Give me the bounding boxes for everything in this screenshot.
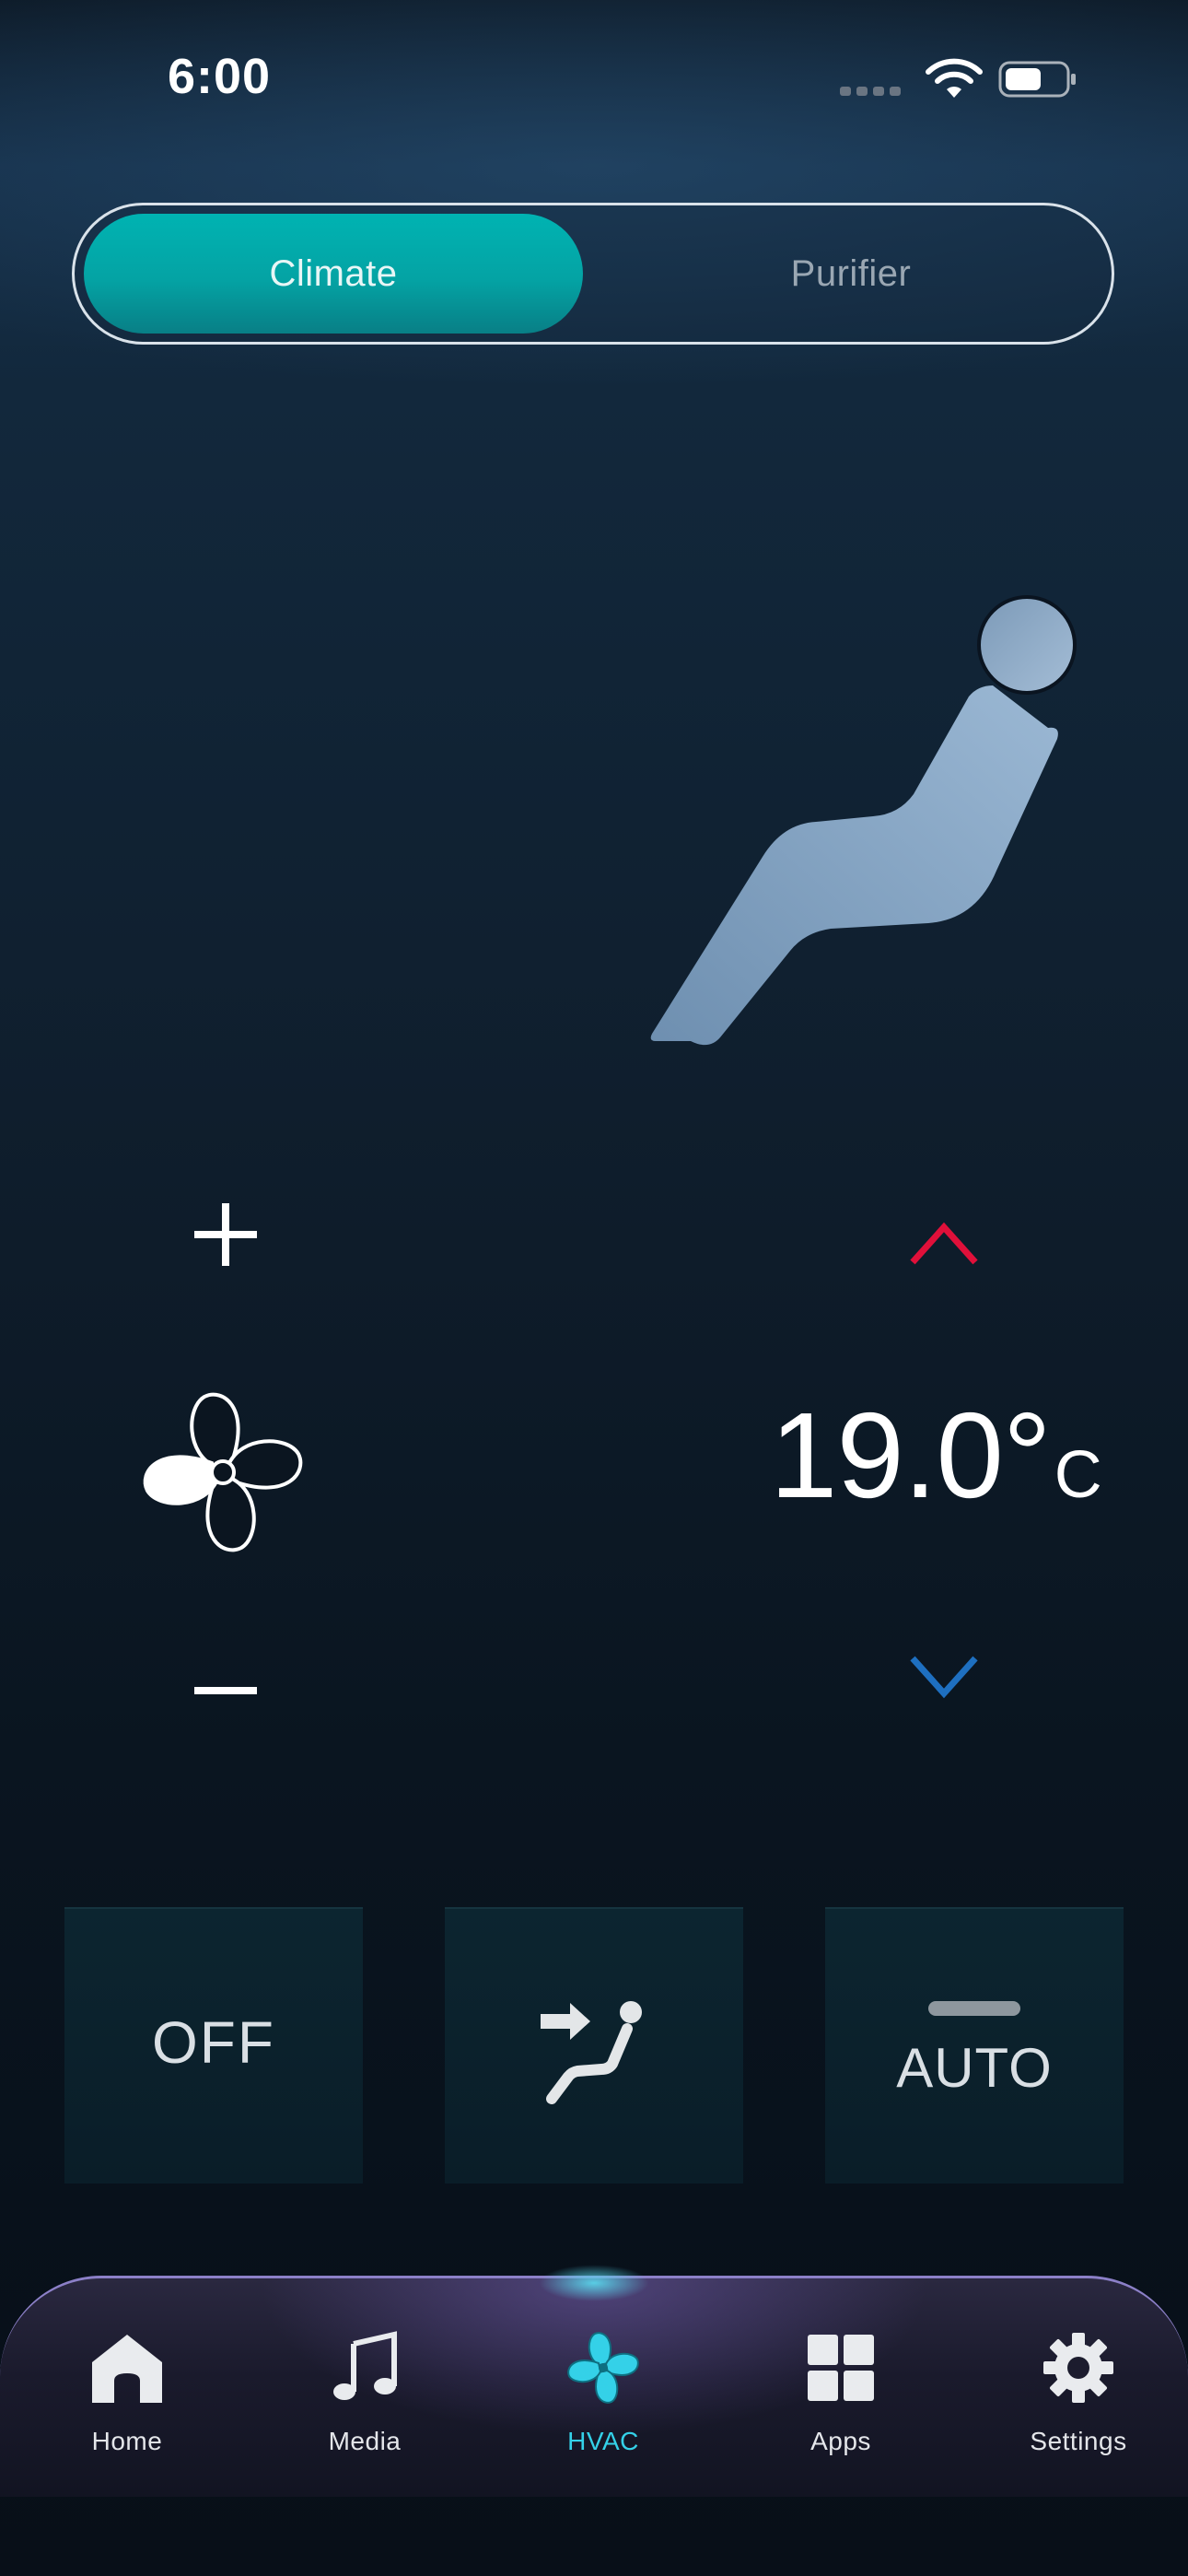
auto-label: AUTO: [896, 2037, 1053, 2099]
gear-icon: [1043, 2333, 1113, 2403]
airflow-direction-button[interactable]: [445, 1907, 743, 2184]
temperature-increase-button[interactable]: [907, 1216, 981, 1271]
nav-label-media: Media: [328, 2427, 402, 2455]
nav-item-media[interactable]: Media: [273, 2331, 457, 2469]
fan-icon: [143, 1392, 303, 1552]
home-icon: [92, 2335, 162, 2403]
nav-item-settings[interactable]: Settings: [986, 2331, 1171, 2469]
battery-icon: [998, 61, 1076, 98]
nav-label-settings: Settings: [1030, 2427, 1127, 2455]
temperature-unit: C: [1054, 1438, 1102, 1512]
nav-item-home[interactable]: Home: [35, 2331, 219, 2469]
fan-decrease-button[interactable]: [189, 1654, 262, 1727]
hvac-screen: 6:00 Climate Purifier 19.0°C OFF AUTO Ho…: [0, 0, 1188, 2576]
nav-label-apps: Apps: [810, 2427, 871, 2455]
auto-button[interactable]: AUTO: [825, 1907, 1124, 2184]
status-time: 6:00: [168, 49, 272, 104]
bottom-nav: Home Media HVAC Apps Settings: [0, 2265, 1188, 2576]
off-label: OFF: [152, 2009, 275, 2076]
seat-occupant-icon: [650, 595, 1077, 1046]
cellular-signal-icon: [840, 87, 901, 96]
tab-purifier[interactable]: Purifier: [596, 214, 1106, 334]
temperature-decrease-button[interactable]: [907, 1649, 981, 1704]
wifi-icon: [926, 58, 983, 98]
nav-item-apps[interactable]: Apps: [749, 2331, 933, 2469]
fan-icon: [567, 2332, 639, 2404]
apps-grid-icon: [808, 2335, 874, 2401]
nav-label-home: Home: [91, 2427, 163, 2455]
airflow-to-body-icon: [541, 2001, 642, 2104]
temperature-readout: 19.0°C: [770, 1382, 1157, 1529]
auto-indicator: [928, 2001, 1020, 2016]
fan-increase-button[interactable]: [189, 1198, 262, 1271]
tab-climate[interactable]: Climate: [84, 214, 583, 334]
music-note-icon: [333, 2331, 397, 2400]
status-icons: [840, 55, 1089, 101]
mode-toggle: Climate Purifier: [72, 203, 1114, 345]
nav-item-hvac[interactable]: HVAC: [511, 2331, 695, 2469]
nav-label-hvac: HVAC: [567, 2427, 639, 2455]
off-button[interactable]: OFF: [64, 1907, 363, 2184]
temperature-value: 19.0°: [770, 1388, 1052, 1523]
active-tab-glow: [539, 2265, 649, 2301]
